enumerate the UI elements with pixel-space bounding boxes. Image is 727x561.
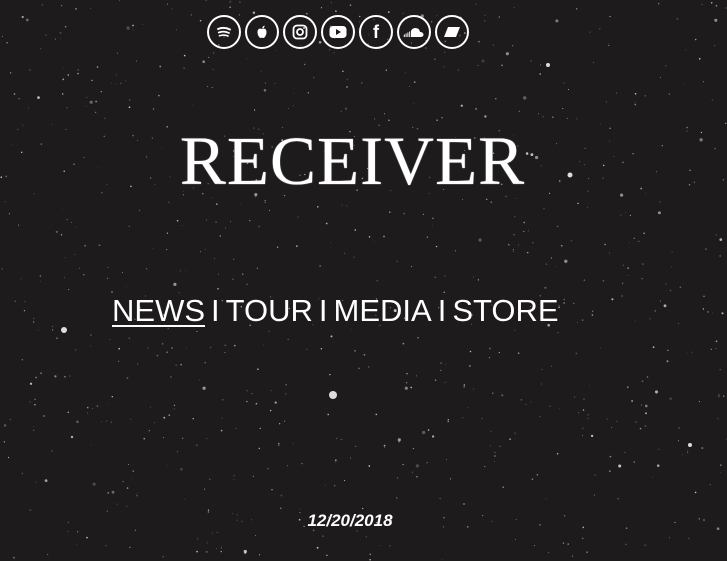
facebook-glyph: f xyxy=(373,22,379,42)
site-logo[interactable]: RECEIVER xyxy=(0,122,705,201)
post-date: 12/20/2018 xyxy=(307,511,393,530)
apple-music-icon[interactable] xyxy=(245,15,279,49)
social-links: f xyxy=(207,15,469,49)
starfield-background xyxy=(0,0,727,561)
nav-item-store[interactable]: STORE xyxy=(452,293,558,328)
main-nav: NEWS I TOUR I MEDIA I STORE xyxy=(112,293,559,329)
nav-separator: I xyxy=(318,293,328,328)
nav-item-tour[interactable]: TOUR xyxy=(226,293,313,328)
nav-item-media[interactable]: MEDIA xyxy=(334,293,432,328)
nav-separator: I xyxy=(211,293,220,328)
soundcloud-icon[interactable] xyxy=(397,15,431,49)
bandcamp-icon[interactable] xyxy=(435,15,469,49)
instagram-icon[interactable] xyxy=(283,15,317,49)
facebook-icon[interactable]: f xyxy=(359,15,393,49)
spotify-icon[interactable] xyxy=(207,15,241,49)
nav-item-news[interactable]: NEWS xyxy=(112,293,205,328)
youtube-icon[interactable] xyxy=(321,15,355,49)
nav-separator: I xyxy=(437,293,447,328)
